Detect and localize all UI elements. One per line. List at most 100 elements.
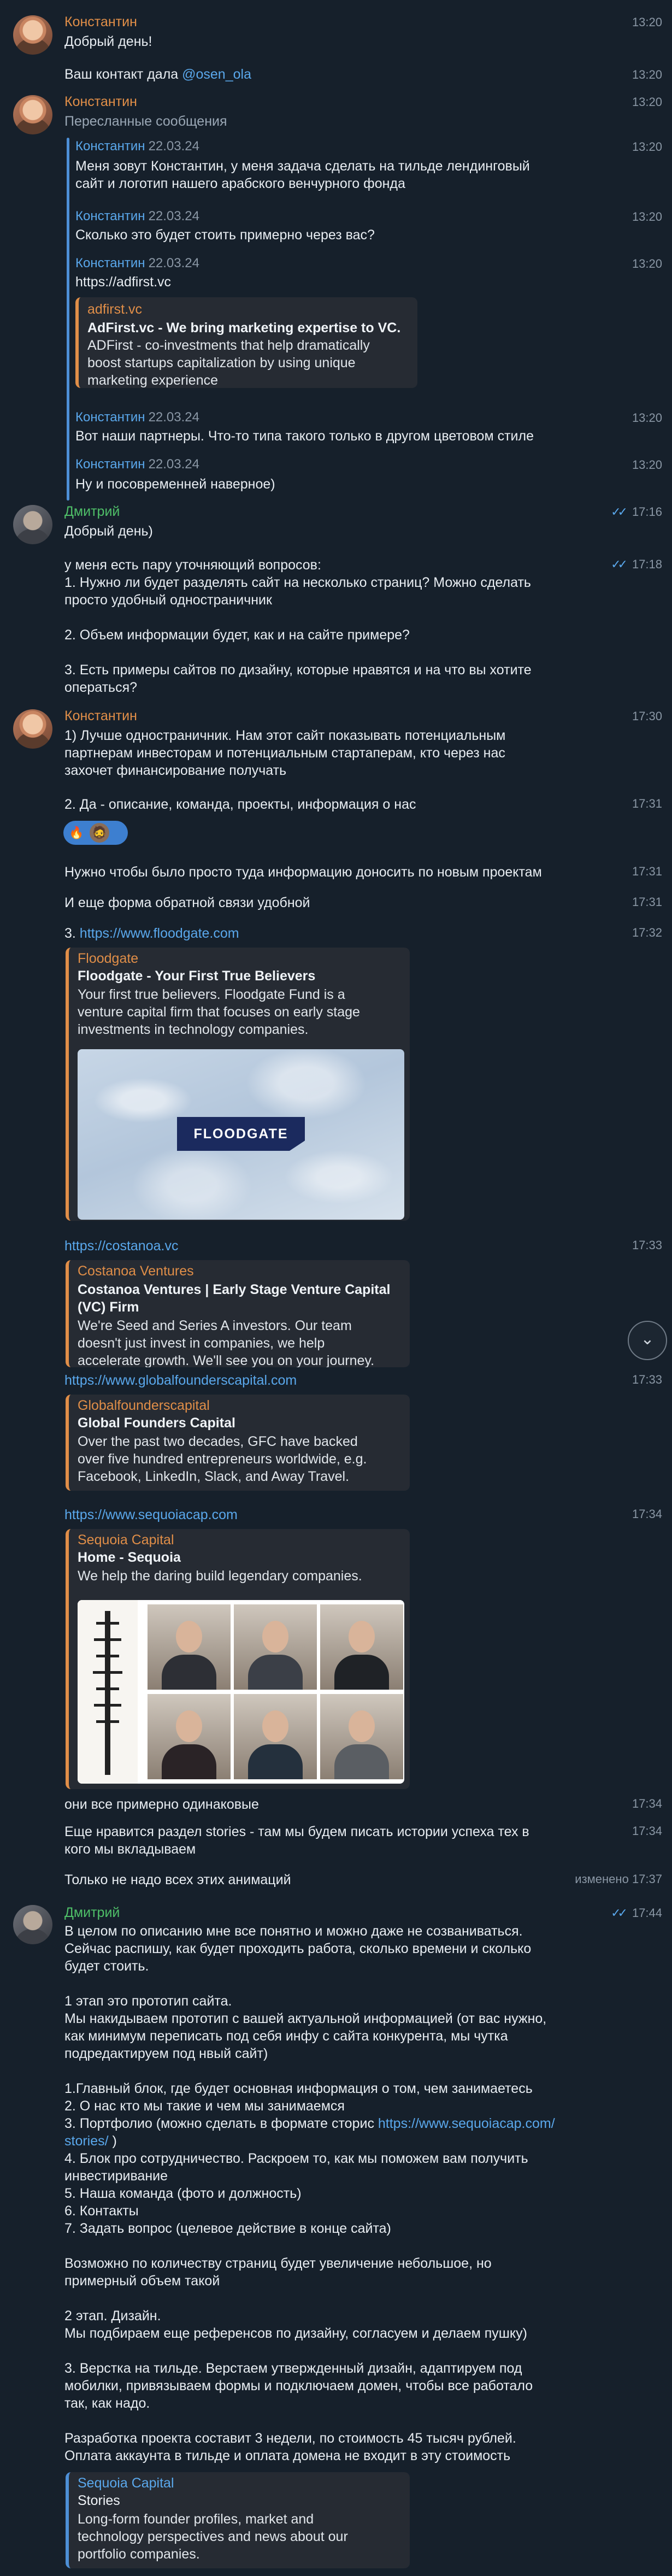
read-checkmarks-icon: ✓✓ xyxy=(611,505,628,519)
forwarded-message-group: Константин 13:20 Пересланные сообщения К… xyxy=(0,92,672,501)
message-time: 13:20 xyxy=(632,458,662,472)
message-time: 17:33 xyxy=(632,1373,662,1386)
sequoia-tree-logo xyxy=(78,1600,138,1784)
message-time: 17:34 xyxy=(632,1824,662,1838)
preview-title: AdFirst.vc - We bring marketing expertis… xyxy=(87,320,401,336)
message-text: они все примерно одинаковые xyxy=(64,1797,259,1812)
message-text: у меня есть пару уточняющий вопросов: 1.… xyxy=(64,557,532,695)
mention-link[interactable]: @osen_ola xyxy=(182,67,251,82)
preview-description: Your first true believers. Floodgate Fun… xyxy=(78,987,360,1037)
message-time: 13:20 xyxy=(632,257,662,270)
founder-photo xyxy=(234,1694,317,1779)
message-time: 17:31 xyxy=(632,864,662,878)
preview-description: We're Seed and Series A investors. Our t… xyxy=(78,1318,375,1367)
message-link[interactable]: https://www.sequoiacap.com xyxy=(64,1506,578,1524)
avatar[interactable] xyxy=(13,505,52,544)
founder-photo xyxy=(234,1604,317,1690)
sender-name[interactable]: Дмитрий xyxy=(64,504,120,520)
message-text: Ваш контакт дала @osen_ola xyxy=(64,67,251,82)
message-text: Добрый день! xyxy=(64,34,152,49)
link-preview-card[interactable]: adfirst.vc AdFirst.vc - We bring marketi… xyxy=(75,297,417,388)
read-checkmarks-icon: ✓✓ xyxy=(611,557,628,571)
preview-site: Floodgate xyxy=(78,951,139,966)
chat-history: Константин 13:20 Добрый день! Ваш контак… xyxy=(0,0,672,2576)
link-preview-card[interactable]: Sequoia Capital Home - Sequoia We help t… xyxy=(66,1529,410,1789)
founder-photo xyxy=(320,1694,403,1779)
sender-name[interactable]: Константин xyxy=(64,708,137,724)
message-group: Дмитрий ✓✓ 17:16 Добрый день) ✓✓ 17:18 у м… xyxy=(0,502,672,698)
forward-author[interactable]: Константин 22.03.24 xyxy=(75,139,199,154)
message-time: 17:32 xyxy=(632,926,662,939)
message-time: 13:20 xyxy=(632,210,662,224)
preview-title: Floodgate - Your First True Believers xyxy=(78,968,316,984)
forward-author[interactable]: Константин 22.03.24 xyxy=(75,410,199,425)
message-link[interactable]: https://www.floodgate.com xyxy=(80,926,239,941)
forward-text: Ну и посовременней наверное) xyxy=(75,477,275,492)
preview-site: adfirst.vc xyxy=(87,302,143,317)
sender-name[interactable]: Константин xyxy=(64,94,137,110)
forward-link[interactable]: https://adfirst.vc xyxy=(75,273,578,291)
preview-site: Costanoa Ventures xyxy=(78,1263,194,1279)
forward-author[interactable]: Константин 22.03.24 xyxy=(75,457,199,472)
fire-reaction-icon[interactable]: 🔥 xyxy=(67,823,86,843)
avatar[interactable] xyxy=(13,95,52,134)
preview-image[interactable]: FLOODGATE xyxy=(78,1049,404,1220)
message-time: 17:30 xyxy=(632,709,662,723)
message-text: Добрый день) xyxy=(64,524,153,539)
message-time: 17:33 xyxy=(632,1238,662,1252)
link-preview-card[interactable]: Floodgate Floodgate - Your First True Be… xyxy=(66,948,410,1221)
avatar[interactable] xyxy=(13,709,52,749)
message-link[interactable]: https://www.globalfounderscapital.com xyxy=(64,1372,578,1389)
message-time: изменено 17:37 xyxy=(575,1872,662,1886)
avatar[interactable] xyxy=(13,1905,52,1944)
message-text: В целом по описанию мне все понятно и мо… xyxy=(64,1924,555,2463)
reactor-avatar-icon[interactable]: 🧔 xyxy=(90,823,109,843)
message-time: 13:20 xyxy=(632,95,662,109)
preview-title: Costanoa Ventures | Early Stage Venture … xyxy=(78,1282,391,1315)
message-text: 3. https://www.floodgate.com xyxy=(64,926,239,941)
forward-author[interactable]: Константин 22.03.24 xyxy=(75,209,199,224)
reactions-bar[interactable]: 🔥 🧔 xyxy=(63,821,128,845)
message-time: 17:31 xyxy=(632,895,662,909)
preview-site: Sequoia Capital xyxy=(78,1532,174,1548)
avatar[interactable] xyxy=(13,15,52,55)
message-text: И еще форма обратной связи удобной xyxy=(64,895,310,910)
chevron-down-icon: ⌄ xyxy=(640,1330,655,1348)
message-group: Константин 13:20 Добрый день! Ваш контак… xyxy=(0,8,672,90)
preview-title: Home - Sequoia xyxy=(78,1550,181,1565)
edited-label: изменено xyxy=(575,1872,629,1886)
preview-description: ADFirst - co-investments that help drama… xyxy=(87,338,370,388)
message-time: 13:20 xyxy=(632,68,662,81)
floodgate-logo: FLOODGATE xyxy=(177,1117,305,1151)
link-preview-card[interactable]: Sequoia Capital Stories Long-form founde… xyxy=(66,2472,410,2568)
preview-image[interactable] xyxy=(78,1600,404,1784)
preview-title: Stories xyxy=(78,2493,120,2508)
preview-site: Globalfounderscapital xyxy=(78,1398,210,1413)
link-preview-card[interactable]: Costanoa Ventures Costanoa Ventures | Ea… xyxy=(66,1260,410,1367)
sender-name[interactable]: Константин xyxy=(64,14,137,30)
preview-description: We help the daring build legendary compa… xyxy=(78,1568,362,1584)
preview-title: Global Founders Capital xyxy=(78,1415,235,1431)
link-preview-card[interactable]: Globalfounderscapital Global Founders Ca… xyxy=(66,1395,410,1491)
forward-author[interactable]: Константин 22.03.24 xyxy=(75,256,199,271)
message-text: 1) Лучше одностраничник. Нам этот сайт п… xyxy=(64,728,506,778)
preview-site: Sequoia Capital xyxy=(78,2475,174,2491)
message-time: 17:31 xyxy=(632,797,662,810)
forward-text: Сколько это будет стоить примерно через … xyxy=(75,227,375,243)
message-text: Еще нравится раздел stories - там мы буд… xyxy=(64,1824,529,1857)
message-time: ✓✓ 17:16 xyxy=(611,505,662,519)
founder-photo xyxy=(148,1604,231,1690)
preview-description: Long-form founder profiles, market and t… xyxy=(78,2512,348,2562)
forward-text: Меня зовут Константин, у меня задача сде… xyxy=(75,158,530,191)
scroll-down-button[interactable]: ⌄ xyxy=(628,1321,667,1360)
forwarded-label: Пересланные сообщения xyxy=(64,114,227,129)
message-time: 13:20 xyxy=(632,140,662,154)
message-link[interactable]: https://costanoa.vc xyxy=(64,1237,578,1255)
forward-bar xyxy=(67,138,69,501)
read-checkmarks-icon: ✓✓ xyxy=(611,1906,628,1920)
message-time: 13:20 xyxy=(632,15,662,29)
sender-name[interactable]: Дмитрий xyxy=(64,1905,120,1921)
message-text: Нужно чтобы было просто туда информацию … xyxy=(64,864,542,880)
founder-photo xyxy=(148,1694,231,1779)
preview-description: Over the past two decades, GFC have back… xyxy=(78,1434,367,1484)
